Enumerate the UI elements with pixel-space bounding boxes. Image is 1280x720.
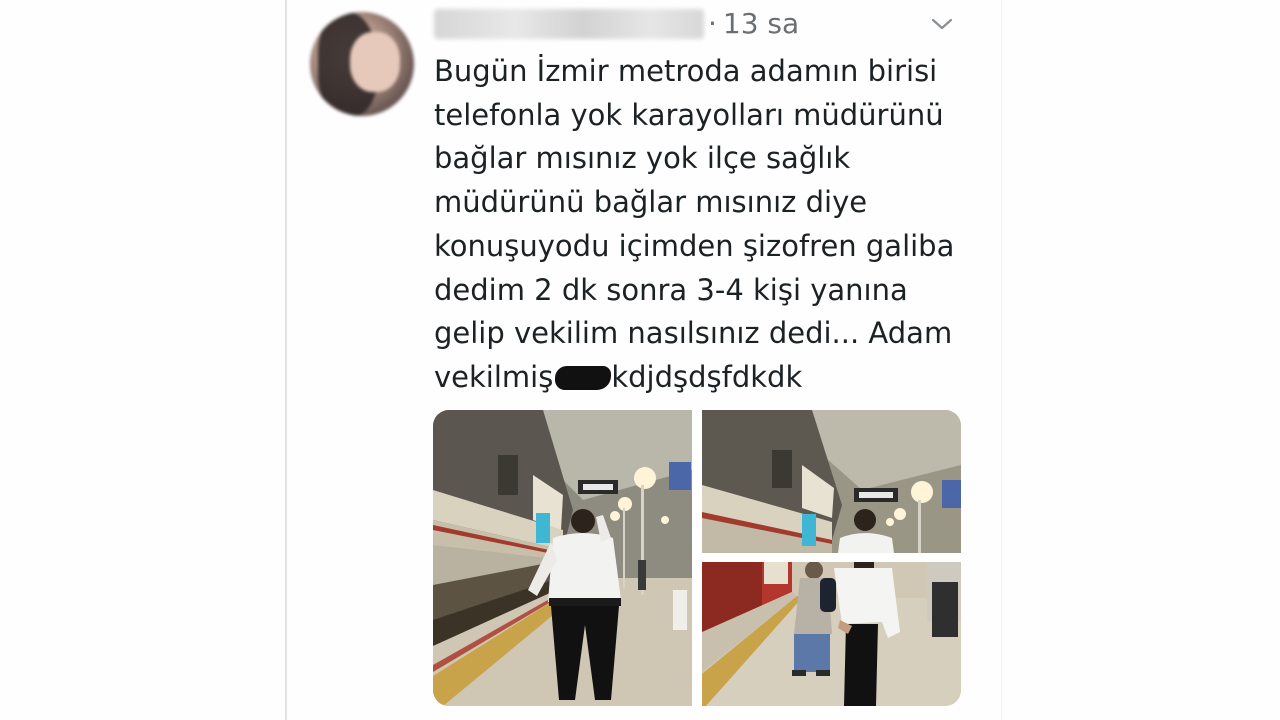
tweet-text-line: konuşuyodu içimden şizofren galiba bbox=[434, 228, 955, 263]
media-photo-1[interactable] bbox=[433, 410, 692, 706]
tweet-time[interactable]: · 13 sa bbox=[708, 6, 799, 42]
last-line-before: vekilmiş bbox=[434, 359, 554, 394]
tweet-text: Bugün İzmir metroda adamın birisi telefo… bbox=[434, 50, 994, 400]
tweet-text-line: telefonla yok karayolları müdürünü bbox=[434, 97, 944, 132]
tweet-text-last-line: vekilmiş kdjdşdşfdkdk bbox=[434, 356, 994, 400]
tweet-screenshot: · 13 sa Bugün İzmir metroda adamın birisi… bbox=[0, 0, 1280, 720]
separator-dot: · bbox=[708, 7, 717, 40]
tweet-text-line: dedim 2 dk sonra 3-4 kişi yanına bbox=[434, 272, 908, 307]
timeline-divider bbox=[285, 0, 287, 720]
tweet-text-line: gelip vekilim nasılsınız dedi... Adam bbox=[434, 316, 953, 351]
time-label: 13 sa bbox=[722, 7, 800, 40]
username-blurred[interactable] bbox=[434, 9, 704, 39]
avatar[interactable] bbox=[310, 12, 414, 116]
last-line-after: kdjdşdşfdkdk bbox=[611, 359, 803, 394]
timeline-divider-right bbox=[1001, 0, 1002, 720]
tweet-text-line: Bugün İzmir metroda adamın birisi bbox=[434, 54, 938, 88]
tweet-text-line: bağlar mısınız yok ilçe sağlık bbox=[434, 141, 851, 176]
tweet-media-grid bbox=[433, 410, 961, 706]
redaction-scribble bbox=[555, 365, 612, 390]
avatar-face bbox=[350, 32, 400, 92]
tweet-text-line: müdürünü bağlar mısınız diye bbox=[434, 185, 868, 220]
media-photo-2[interactable] bbox=[702, 410, 961, 553]
chevron-down-icon[interactable] bbox=[930, 16, 954, 32]
media-photo-3[interactable] bbox=[702, 562, 961, 706]
